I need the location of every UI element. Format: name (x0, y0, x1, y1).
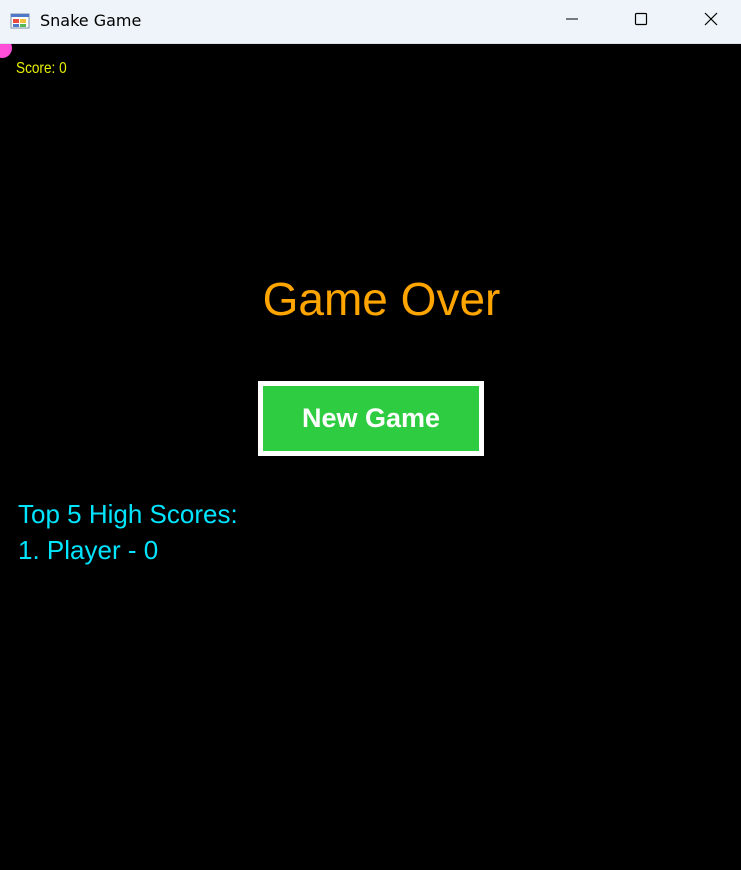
food-dot (0, 44, 12, 58)
close-icon (703, 11, 719, 32)
game-canvas[interactable]: Score: 0 Game Over New Game Top 5 High S… (0, 44, 741, 870)
maximize-icon (633, 11, 649, 32)
close-button[interactable] (676, 0, 741, 43)
snake-game-window: Snake Game Score: 0 Game Over New Game T… (0, 0, 741, 870)
high-scores-panel: Top 5 High Scores: 1. Player - 0 (18, 496, 238, 568)
maximize-button[interactable] (606, 0, 676, 43)
score-label: Score: 0 (16, 60, 67, 77)
new-game-button[interactable]: New Game (258, 381, 484, 456)
high-score-entry: 1. Player - 0 (18, 535, 159, 565)
window-title: Snake Game (40, 11, 142, 30)
app-icon (10, 11, 30, 31)
minimize-button[interactable] (537, 0, 607, 43)
high-scores-title: Top 5 High Scores: (18, 499, 238, 529)
minimize-icon (564, 11, 580, 32)
game-over-title: Game Over (262, 273, 501, 325)
title-bar[interactable]: Snake Game (0, 0, 741, 44)
new-game-label: New Game (263, 386, 479, 451)
